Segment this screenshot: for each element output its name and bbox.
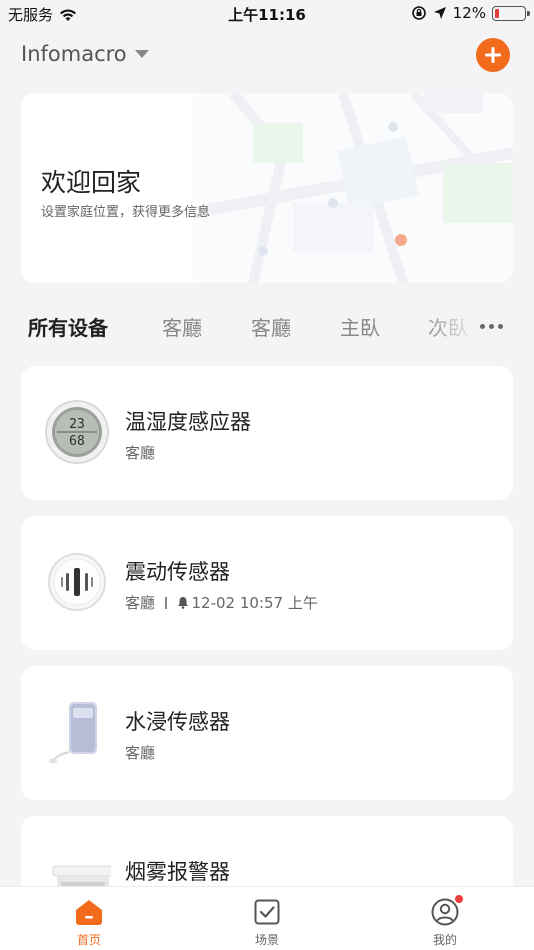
tab-master-bedroom[interactable]: 主臥 [340, 312, 380, 341]
nav-scene[interactable]: 场景 [222, 897, 312, 948]
nav-profile[interactable]: 我的 [400, 894, 490, 948]
rotation-lock-icon [411, 6, 426, 20]
home-icon [74, 897, 104, 927]
location-arrow-icon [433, 7, 446, 19]
temp-humidity-sensor-image: 23 68 [45, 400, 109, 464]
more-dot-icon [480, 323, 485, 329]
device-meta: 客廳 [125, 442, 155, 463]
more-dot-icon [498, 323, 503, 329]
tab-all-devices[interactable]: 所有设备 [28, 312, 108, 341]
event-time: 12-02 10:57 上午 [191, 594, 318, 612]
nav-scene-label: 场景 [254, 933, 279, 947]
room-tabs: 所有设备 客廳 客廳 主臥 次臥 [0, 302, 534, 350]
more-dot-icon [489, 323, 494, 329]
last-event: 12-02 10:57 上午 [177, 592, 318, 613]
water-leak-sensor-image [49, 702, 97, 764]
tab-living-room-2[interactable]: 客廳 [251, 312, 291, 341]
device-room: 客廳 [125, 444, 156, 462]
device-card-water-leak[interactable]: 水浸传感器 客廳 [21, 666, 513, 800]
notification-badge [454, 894, 464, 904]
device-name: 温湿度感应器 [125, 410, 251, 434]
humidity-reading: 68 [69, 434, 85, 449]
header: Infomacro [0, 34, 534, 78]
device-card-vibration[interactable]: 震动传感器 客廳 12-02 10:57 上午 [21, 516, 513, 650]
welcome-card[interactable]: 欢迎回家 设置家庭位置，获得更多信息 [21, 93, 513, 283]
vibration-sensor-image [48, 553, 106, 611]
device-name: 烟雾报警器 [125, 860, 230, 884]
nav-profile-label: 我的 [432, 933, 457, 947]
scene-check-icon [252, 897, 282, 927]
welcome-subtitle: 设置家庭位置，获得更多信息 [41, 205, 211, 220]
nav-home-label: 首页 [76, 933, 101, 947]
device-room: 客廳 [125, 744, 156, 762]
device-name: 水浸传感器 [125, 710, 230, 734]
home-selector[interactable]: Infomacro [21, 42, 149, 66]
profile-icon [430, 894, 464, 927]
device-card-temp-humidity[interactable]: 23 68 温湿度感应器 客廳 [21, 366, 513, 500]
battery-percent: 12% [452, 4, 486, 22]
more-tabs-button[interactable] [480, 316, 520, 336]
bell-icon [177, 597, 188, 609]
device-room: 客廳 [125, 594, 156, 612]
tab-fade [420, 302, 480, 350]
map-illustration [193, 93, 513, 283]
temperature-reading: 23 [69, 417, 85, 432]
welcome-title: 欢迎回家 [41, 168, 142, 197]
tab-living-room-1[interactable]: 客廳 [162, 312, 202, 341]
bottom-nav: 首页 场景 我的 [0, 886, 534, 950]
device-meta: 客廳 [125, 742, 155, 763]
meta-separator [165, 596, 167, 609]
caret-down-icon [134, 50, 149, 58]
device-name: 震动传感器 [125, 560, 230, 584]
add-device-button[interactable] [476, 38, 510, 72]
home-name-label: Infomacro [21, 42, 127, 66]
plus-icon [485, 47, 501, 63]
device-meta: 客廳 12-02 10:57 上午 [125, 592, 318, 613]
status-right: 12% [411, 4, 530, 22]
battery-icon [492, 5, 530, 21]
nav-home[interactable]: 首页 [44, 897, 134, 948]
status-bar: 无服务 上午11:16 12% [0, 0, 534, 30]
